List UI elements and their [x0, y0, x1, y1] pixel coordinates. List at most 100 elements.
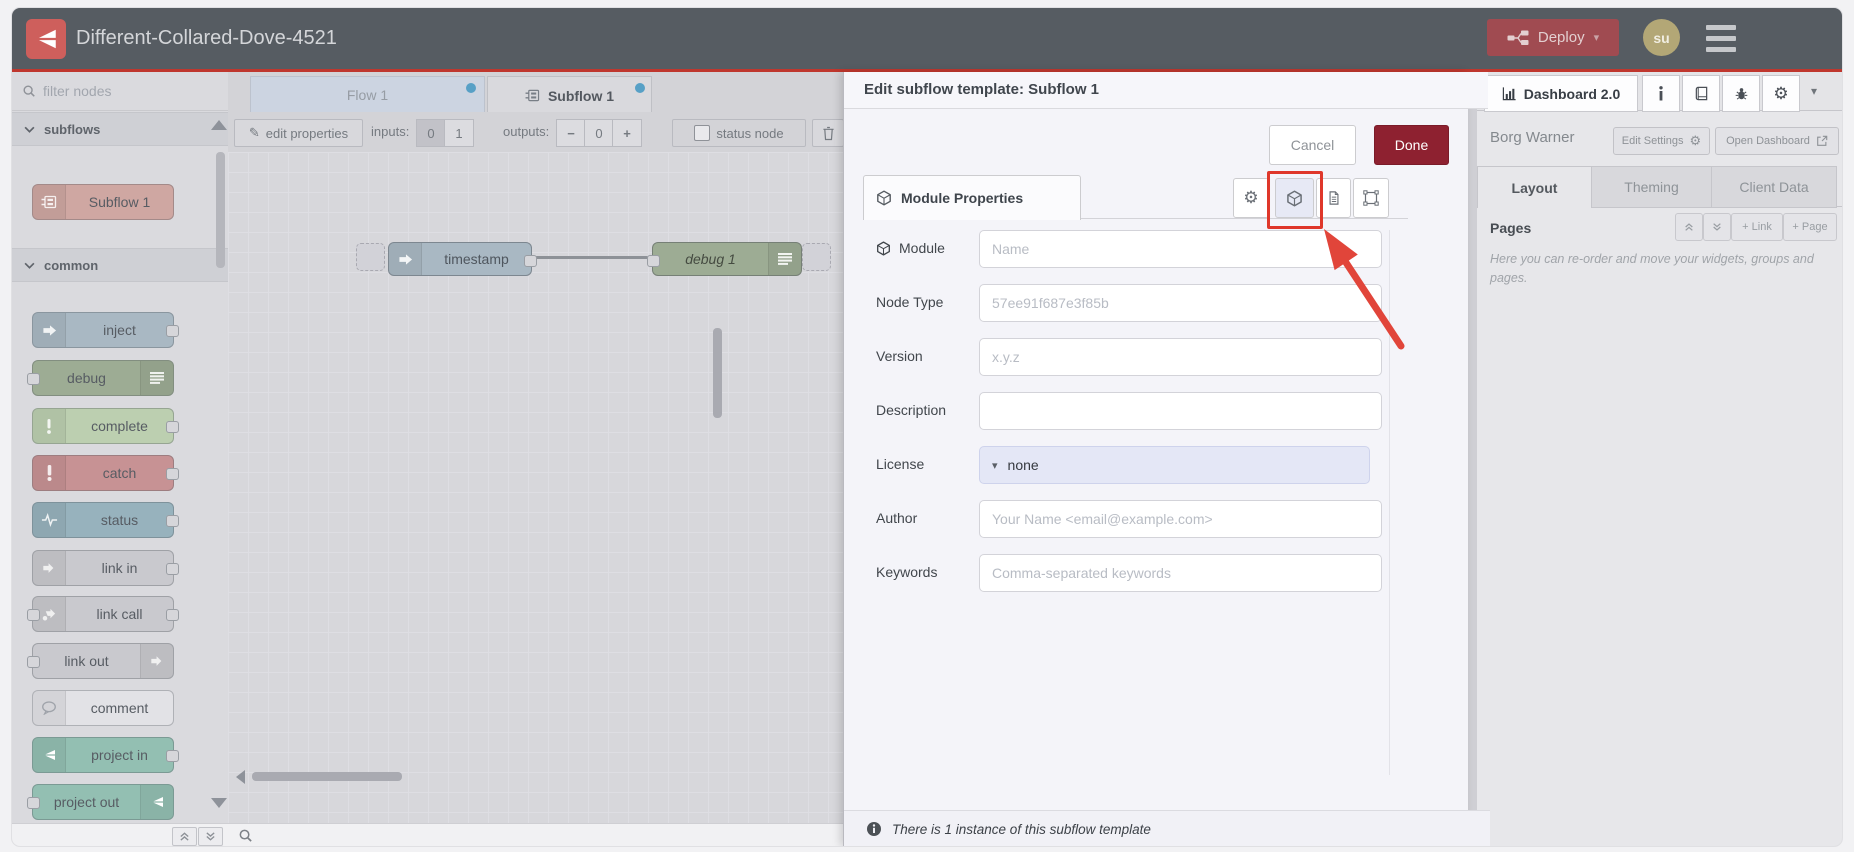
palette-filter[interactable]: filter nodes: [12, 72, 238, 111]
outputs-minus-button[interactable]: −: [556, 119, 586, 147]
canvas-scroll-left-arrow[interactable]: [236, 770, 245, 784]
inputs-label: inputs:: [371, 124, 410, 139]
tray-title: Edit subflow template: Subflow 1: [844, 72, 1488, 109]
info-circle-icon: [867, 822, 881, 836]
palette-node-catch[interactable]: catch: [32, 455, 179, 491]
description-input[interactable]: [979, 392, 1382, 430]
tab-config-nodes[interactable]: ⚙: [1762, 75, 1800, 112]
node-output-port[interactable]: [166, 421, 179, 433]
open-dashboard-button[interactable]: Open Dashboard: [1715, 127, 1839, 155]
palette-node-complete[interactable]: complete: [32, 408, 179, 444]
subflow-port-stub[interactable]: [802, 243, 831, 271]
canvas-horizontal-scrollbar[interactable]: [252, 772, 402, 781]
exclamation-icon: [33, 456, 66, 490]
canvas-node-debug-1[interactable]: debug 1: [647, 242, 802, 276]
palette-category-common[interactable]: common: [12, 248, 240, 282]
cancel-button[interactable]: Cancel: [1269, 125, 1356, 165]
gear-icon: ⚙: [1243, 188, 1259, 207]
outputs-plus-button[interactable]: +: [612, 119, 642, 147]
node-input-port[interactable]: [27, 797, 40, 809]
subflow-port-stub[interactable]: [356, 243, 385, 271]
inputs-0-button[interactable]: 0: [416, 119, 446, 147]
palette-scrollbar[interactable]: [216, 152, 225, 268]
palette-node-comment[interactable]: comment: [32, 690, 174, 726]
tab-flow-1[interactable]: Flow 1: [250, 76, 485, 114]
tab-layout[interactable]: Layout: [1477, 166, 1592, 208]
flow-canvas[interactable]: timestamp debug 1: [228, 152, 843, 823]
palette-footer: [12, 823, 228, 846]
wire-timestamp-to-debug[interactable]: [533, 256, 648, 259]
canvas-footer: [228, 823, 853, 846]
node-output-port[interactable]: [166, 563, 179, 575]
node-input-port[interactable]: [647, 255, 660, 267]
gear-icon: ⚙: [1773, 83, 1789, 103]
node-input-port[interactable]: [27, 609, 40, 621]
node-palette: filter nodes subflows Subflow 1 common i…: [12, 72, 240, 846]
palette-expand-all-button[interactable]: [198, 827, 223, 846]
done-button[interactable]: Done: [1374, 125, 1449, 165]
canvas-vertical-scrollbar[interactable]: [713, 328, 722, 418]
palette-category-subflows[interactable]: subflows: [12, 112, 240, 146]
node-output-port[interactable]: [166, 468, 179, 480]
keywords-input[interactable]: [979, 554, 1382, 592]
node-input-port[interactable]: [27, 656, 40, 668]
canvas-node-timestamp[interactable]: timestamp: [388, 242, 537, 276]
node-label: comment: [90, 700, 149, 716]
expand-pages-button[interactable]: [1703, 213, 1731, 241]
delete-subflow-button[interactable]: [812, 119, 844, 147]
zoom-search-icon[interactable]: [238, 828, 253, 843]
collapse-pages-button[interactable]: [1675, 213, 1703, 241]
node-red-window: Different-Collared-Dove-4521 Deploy ▾ su…: [0, 0, 1854, 852]
edit-settings-button[interactable]: Edit Settings ⚙: [1613, 127, 1710, 155]
node-output-port[interactable]: [524, 255, 537, 267]
add-link-button[interactable]: + Link: [1731, 213, 1783, 241]
sidebar-splitter[interactable]: [1467, 72, 1477, 846]
palette-node-link-in[interactable]: link in: [32, 550, 179, 586]
tab-help[interactable]: [1682, 75, 1720, 112]
subflow-properties-tab-button[interactable]: ⚙: [1233, 178, 1269, 218]
palette-scroll-down-arrow[interactable]: [211, 798, 227, 808]
appearance-tab-button[interactable]: [1353, 178, 1389, 218]
license-select[interactable]: ▾ none: [979, 446, 1370, 484]
palette-node-status[interactable]: status: [32, 502, 179, 538]
link-in-icon: [33, 551, 66, 585]
edit-properties-button[interactable]: ✎ edit properties: [234, 119, 363, 147]
node-output-port[interactable]: [166, 515, 179, 527]
node-input-port[interactable]: [27, 373, 40, 385]
node-label: debug: [67, 370, 106, 386]
inputs-1-button[interactable]: 1: [444, 119, 474, 147]
tab-debug-messages[interactable]: [1722, 75, 1760, 112]
palette-node-debug[interactable]: debug: [27, 360, 174, 396]
double-chevron-up-icon: [1685, 223, 1693, 231]
author-field-label: Author: [876, 510, 918, 526]
tab-theming[interactable]: Theming: [1590, 166, 1713, 208]
user-avatar[interactable]: su: [1643, 19, 1680, 56]
status-node-toggle[interactable]: status node: [672, 119, 806, 147]
tab-client-data[interactable]: Client Data: [1711, 166, 1837, 208]
tab-info[interactable]: [1642, 75, 1680, 112]
palette-node-project-in[interactable]: project in: [32, 737, 179, 773]
double-chevron-down-icon: [206, 832, 215, 841]
sidebar-tabs-caret-down-icon[interactable]: ▾: [1811, 84, 1817, 98]
node-output-port[interactable]: [166, 325, 179, 337]
author-input[interactable]: [979, 500, 1382, 538]
tab-subflow-1[interactable]: Subflow 1: [487, 76, 652, 114]
pages-help-text: Here you can re-order and move your widg…: [1490, 252, 1814, 285]
add-page-button[interactable]: + Page: [1783, 213, 1837, 241]
palette-node-link-call[interactable]: link call: [27, 596, 179, 632]
palette-scroll-up-arrow[interactable]: [211, 120, 227, 130]
palette-collapse-all-button[interactable]: [172, 827, 197, 846]
palette-node-project-out[interactable]: project out: [27, 784, 174, 820]
workspace-title: Different-Collared-Dove-4521: [76, 27, 337, 49]
main-menu-button[interactable]: [1706, 25, 1736, 52]
tab-dashboard-2[interactable]: Dashboard 2.0: [1484, 75, 1638, 112]
palette-node-subflow-1[interactable]: Subflow 1: [32, 184, 174, 220]
deploy-button[interactable]: Deploy ▾: [1487, 19, 1619, 56]
palette-node-inject[interactable]: inject: [32, 312, 179, 348]
node-output-port[interactable]: [166, 750, 179, 762]
palette-node-link-out[interactable]: link out: [27, 643, 174, 679]
node-output-port[interactable]: [166, 609, 179, 621]
tab-module-properties[interactable]: Module Properties: [863, 175, 1081, 220]
status-node-checkbox[interactable]: [694, 125, 711, 141]
dashboard-board-name: Borg Warner: [1490, 129, 1575, 146]
